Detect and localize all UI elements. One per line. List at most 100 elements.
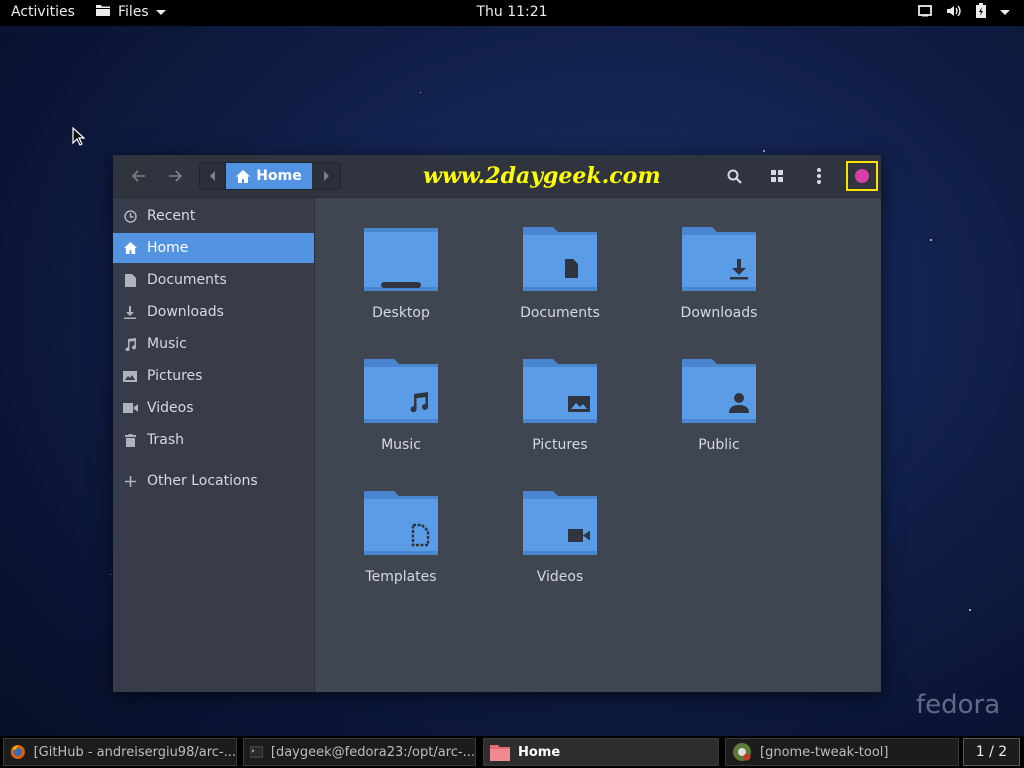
sidebar-item-label: Pictures	[147, 368, 203, 384]
sidebar-item-label: Home	[147, 240, 189, 256]
mouse-pointer-icon	[72, 126, 86, 150]
path-scroll-right-button[interactable]	[312, 163, 340, 189]
sidebar-item-label: Downloads	[147, 304, 224, 320]
folder-pictures[interactable]: Pictures	[500, 357, 620, 477]
close-button[interactable]	[846, 161, 878, 191]
folder-label: Videos	[536, 569, 584, 585]
system-tray[interactable]	[918, 3, 1010, 22]
task-label: [GitHub - andreisergiu98/arc-...	[33, 744, 236, 760]
downloads-folder-icon	[682, 227, 756, 291]
battery-icon	[976, 3, 986, 22]
video-icon	[113, 403, 147, 413]
view-mode-button[interactable]	[762, 162, 792, 190]
path-bar: Home	[199, 162, 341, 190]
sidebar-item-label: Videos	[147, 400, 194, 416]
folder-label: Desktop	[372, 305, 430, 321]
task-label: [gnome-tweak-tool]	[760, 744, 889, 760]
sidebar-item-label: Recent	[147, 208, 196, 224]
top-bar: Activities Files Thu 11:21	[0, 0, 1024, 26]
window-menu-button[interactable]	[804, 162, 834, 190]
chevron-right-icon	[324, 171, 329, 181]
vertical-dots-icon	[817, 168, 821, 184]
sidebar-item-label: Documents	[147, 272, 227, 288]
folder-label: Music	[381, 437, 421, 453]
arrow-left-icon	[132, 170, 145, 182]
forward-button[interactable]	[160, 162, 190, 190]
task-label: Home	[518, 744, 561, 760]
clock-label[interactable]: Thu 11:21	[476, 4, 547, 20]
folder-view: Desktop Documents Downloads Music Pictur…	[315, 198, 881, 692]
sidebar-item-downloads[interactable]: Downloads	[113, 297, 314, 327]
search-button[interactable]	[719, 162, 749, 190]
plus-icon	[113, 475, 147, 487]
folder-public[interactable]: Public	[659, 357, 779, 477]
path-home-button[interactable]: Home	[226, 163, 312, 189]
folder-templates[interactable]: Templates	[341, 489, 461, 609]
close-icon	[855, 169, 869, 183]
sidebar-item-home[interactable]: Home	[113, 233, 314, 263]
sidebar-item-music[interactable]: Music	[113, 329, 314, 359]
star	[110, 574, 111, 575]
music-folder-icon	[364, 359, 438, 423]
fedora-logo: fedora	[916, 690, 1001, 720]
sidebar-item-label: Music	[147, 336, 187, 352]
files-icon	[490, 744, 510, 761]
task-firefox[interactable]: [GitHub - andreisergiu98/arc-...	[3, 738, 237, 766]
sidebar-item-pictures[interactable]: Pictures	[113, 361, 314, 391]
sidebar-item-label: Trash	[147, 432, 184, 448]
task-terminal[interactable]: [daygeek@fedora23:/opt/arc-...	[243, 738, 476, 766]
task-gnome-tweak-tool[interactable]: [gnome-tweak-tool]	[725, 738, 959, 766]
sidebar-item-videos[interactable]: Videos	[113, 393, 314, 423]
star	[420, 92, 421, 93]
sidebar-item-trash[interactable]: Trash	[113, 425, 314, 455]
sidebar-item-label: Other Locations	[147, 473, 258, 489]
clock-icon	[113, 209, 147, 223]
home-icon	[236, 169, 251, 183]
folder-label: Downloads	[680, 305, 758, 321]
music-icon	[113, 337, 147, 351]
sidebar-item-recent[interactable]: Recent	[113, 201, 314, 231]
terminal-icon	[250, 746, 263, 758]
back-button[interactable]	[124, 162, 154, 190]
firefox-icon	[10, 744, 25, 760]
public-folder-icon	[682, 359, 756, 423]
documents-folder-icon	[523, 227, 597, 291]
folder-music[interactable]: Music	[341, 357, 461, 477]
folder-downloads[interactable]: Downloads	[659, 225, 779, 345]
watermark: www.2daygeek.com	[423, 163, 661, 189]
grid-icon	[771, 170, 783, 182]
templates-folder-icon	[364, 491, 438, 555]
volume-icon	[946, 4, 962, 22]
folder-label: Public	[698, 437, 740, 453]
sidebar-item-documents[interactable]: Documents	[113, 265, 314, 295]
chevron-down-icon	[1000, 10, 1010, 15]
folder-desktop[interactable]: Desktop	[341, 225, 461, 345]
star	[763, 150, 765, 152]
folder-label: Templates	[365, 569, 437, 585]
folder-documents[interactable]: Documents	[500, 225, 620, 345]
screen-icon	[918, 4, 932, 21]
search-icon	[727, 169, 742, 184]
arrow-right-icon	[169, 170, 182, 182]
chevron-left-icon	[209, 171, 215, 181]
task-files-home[interactable]: Home	[483, 738, 719, 766]
pictures-folder-icon	[523, 359, 597, 423]
sidebar-item-other-locations[interactable]: Other Locations	[113, 466, 314, 496]
workspace-indicator[interactable]: 1 / 2	[963, 738, 1020, 766]
header-bar: Home www.2daygeek.com	[113, 155, 881, 198]
star	[969, 609, 971, 611]
folder-label: Documents	[520, 305, 600, 321]
path-scroll-left-button[interactable]	[200, 163, 226, 189]
desktop-folder-icon	[364, 228, 438, 291]
star	[930, 239, 932, 241]
videos-folder-icon	[523, 491, 597, 555]
trash-icon	[113, 433, 147, 447]
sidebar: Recent Home Documents Downloads Music Pi…	[113, 198, 315, 692]
folder-label: Pictures	[532, 437, 588, 453]
folder-videos[interactable]: Videos	[500, 489, 620, 609]
file-manager-window: Home www.2daygeek.com Recent Home Docume…	[113, 155, 881, 692]
picture-icon	[113, 370, 147, 382]
tweak-tool-icon	[733, 743, 751, 761]
task-label: [daygeek@fedora23:/opt/arc-...	[270, 744, 475, 760]
taskbar: [GitHub - andreisergiu98/arc-... [daygee…	[0, 736, 1024, 768]
